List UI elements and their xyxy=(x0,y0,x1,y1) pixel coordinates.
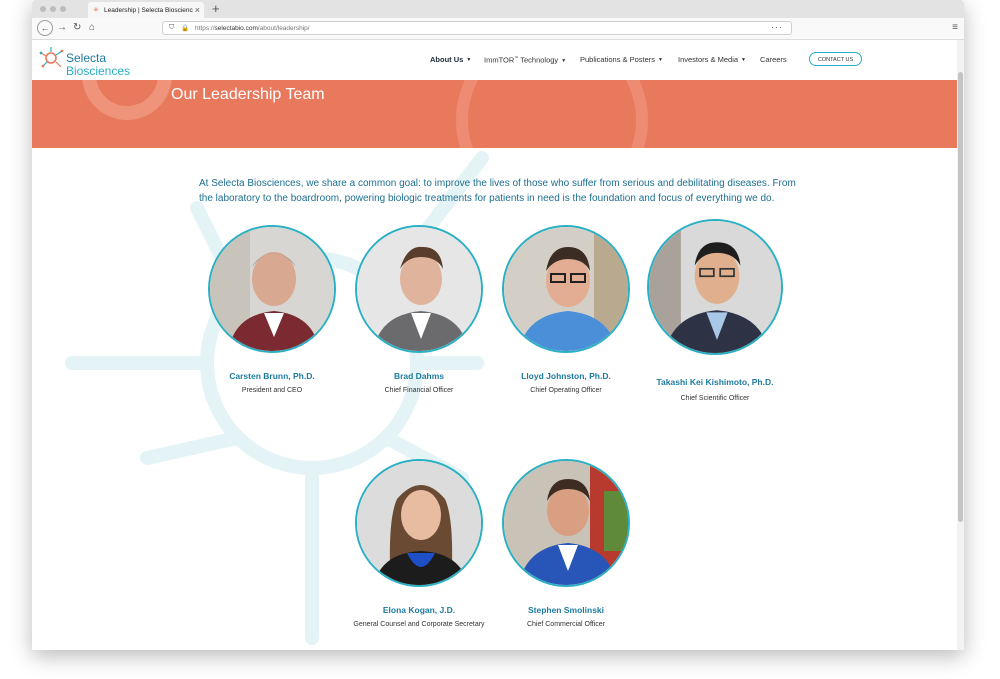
member-role: Chief Financial Officer xyxy=(384,387,454,394)
hero-banner: Our Leadership Team xyxy=(32,80,957,148)
forward-icon[interactable]: → xyxy=(57,22,67,34)
nav-careers[interactable]: Careers xyxy=(760,55,787,64)
browser-toolbar: ← → ↻ ⌂ ⛉ 🔒 https://selectabio.com/about… xyxy=(32,18,964,40)
member-name: Carsten Brunn, Ph.D. xyxy=(229,371,315,381)
nav-about-us[interactable]: About Us ▼ xyxy=(430,55,471,64)
member-name: Lloyd Johnston, Ph.D. xyxy=(521,371,611,381)
tab-leadership[interactable]: ✳ Leadership | Selecta Bioscienc × xyxy=(88,2,204,18)
nav-technology-label: Technology xyxy=(518,55,559,65)
tab-bar: ✳ Leadership | Selecta Bioscienc × + xyxy=(32,0,964,18)
shield-icon[interactable]: ⛉ xyxy=(169,24,174,32)
selecta-favicon-icon: ✳ xyxy=(93,7,99,14)
chevron-down-icon: ▼ xyxy=(658,57,663,64)
url-path: /about/leadership/ xyxy=(257,25,310,32)
member-role: General Counsel and Corporate Secretary xyxy=(353,621,485,628)
intro-paragraph: At Selecta Biosciences, we share a commo… xyxy=(199,178,796,204)
team-member-card[interactable]: Stephen Smolinski Chief Commercial Offic… xyxy=(491,459,641,630)
member-name: Takashi Kei Kishimoto, Ph.D. xyxy=(656,377,774,387)
minimize-window-dot[interactable] xyxy=(50,6,56,12)
contact-us-button[interactable]: CONTACT US xyxy=(809,52,862,66)
avatar-brad-dahms[interactable] xyxy=(355,225,483,353)
reload-icon[interactable]: ↻ xyxy=(73,22,81,34)
page-title: Our Leadership Team xyxy=(171,86,325,103)
logo-text-biosciences: Biosciences xyxy=(66,64,131,78)
portrait-photo xyxy=(504,227,628,351)
avatar-stephen-smolinski[interactable] xyxy=(502,459,630,587)
nav-immtor-label: ImmTOR xyxy=(484,55,515,65)
member-name: Elona Kogan, J.D. xyxy=(382,605,456,615)
portrait-photo xyxy=(649,221,781,353)
team-member-card[interactable]: Carsten Brunn, Ph.D. President and CEO xyxy=(197,225,347,396)
team-member-card[interactable]: Brad Dahms Chief Financial Officer xyxy=(344,225,494,396)
chevron-down-icon: ▼ xyxy=(741,57,746,64)
lock-icon[interactable]: 🔒 xyxy=(181,24,189,32)
avatar-takashi-kishimoto[interactable] xyxy=(647,219,783,355)
nav-publications-label: Publications & Posters xyxy=(580,55,656,64)
new-tab-icon[interactable]: + xyxy=(212,1,220,16)
hamburger-menu-icon[interactable]: ≡ xyxy=(952,22,958,33)
close-tab-icon[interactable]: × xyxy=(195,5,200,15)
member-name: Stephen Smolinski xyxy=(527,605,605,615)
url-scheme: https:// xyxy=(195,25,215,32)
url-domain: selectabio.com xyxy=(214,25,258,32)
maximize-window-dot[interactable] xyxy=(60,6,66,12)
portrait-photo xyxy=(210,227,334,351)
chevron-down-icon: ▼ xyxy=(561,57,567,64)
avatar-elona-kogan[interactable] xyxy=(355,459,483,587)
nav-investors-media[interactable]: Investors & Media ▼ xyxy=(678,55,746,64)
member-role: President and CEO xyxy=(241,387,303,394)
avatar-carsten-brunn[interactable] xyxy=(208,225,336,353)
selecta-logo-icon xyxy=(39,47,64,68)
team-member-card[interactable]: Takashi Kei Kishimoto, Ph.D. Chief Scien… xyxy=(640,219,790,404)
site-header: Selecta Biosciences About Us ▼ ImmTOR™ Te… xyxy=(32,40,957,80)
selecta-logo[interactable]: Selecta Biosciences xyxy=(38,43,148,78)
member-name: Brad Dahms xyxy=(393,371,445,381)
member-role: Chief Commercial Officer xyxy=(526,621,606,628)
portrait-photo xyxy=(357,461,481,585)
nav-publications-posters[interactable]: Publications & Posters ▼ xyxy=(580,55,663,64)
scrollbar-thumb[interactable] xyxy=(958,72,963,522)
back-icon[interactable]: ← xyxy=(37,20,53,36)
tab-title: Leadership | Selecta Bioscienc xyxy=(104,7,193,14)
member-role: Chief Operating Officer xyxy=(530,387,602,394)
chevron-down-icon: ▼ xyxy=(466,57,472,64)
nav-immtor-technology[interactable]: ImmTOR™ Technology ▼ xyxy=(484,55,566,65)
member-role: Chief Scientific Officer xyxy=(680,395,750,402)
nav-investors-label: Investors & Media xyxy=(678,55,739,64)
logo-text-selecta: Selecta xyxy=(66,51,107,65)
home-icon[interactable]: ⌂ xyxy=(89,22,95,34)
nav-about-us-label: About Us xyxy=(430,55,464,64)
main-content: At Selecta Biosciences, we share a commo… xyxy=(32,148,957,650)
portrait-photo xyxy=(357,227,481,351)
portrait-photo xyxy=(504,461,628,585)
team-member-card[interactable]: Elona Kogan, J.D. General Counsel and Co… xyxy=(344,459,494,630)
team-member-card[interactable]: Lloyd Johnston, Ph.D. Chief Operating Of… xyxy=(491,225,641,396)
page-scrollbar[interactable] xyxy=(957,40,964,650)
avatar-lloyd-johnston[interactable] xyxy=(502,225,630,353)
close-window-dot[interactable] xyxy=(40,6,46,12)
browser-window: ✳ Leadership | Selecta Bioscienc × + ← →… xyxy=(32,0,964,650)
page-actions-icon[interactable]: ··· xyxy=(771,22,783,32)
url-bar[interactable]: ⛉ 🔒 https://selectabio.com/about/leaders… xyxy=(162,21,792,35)
